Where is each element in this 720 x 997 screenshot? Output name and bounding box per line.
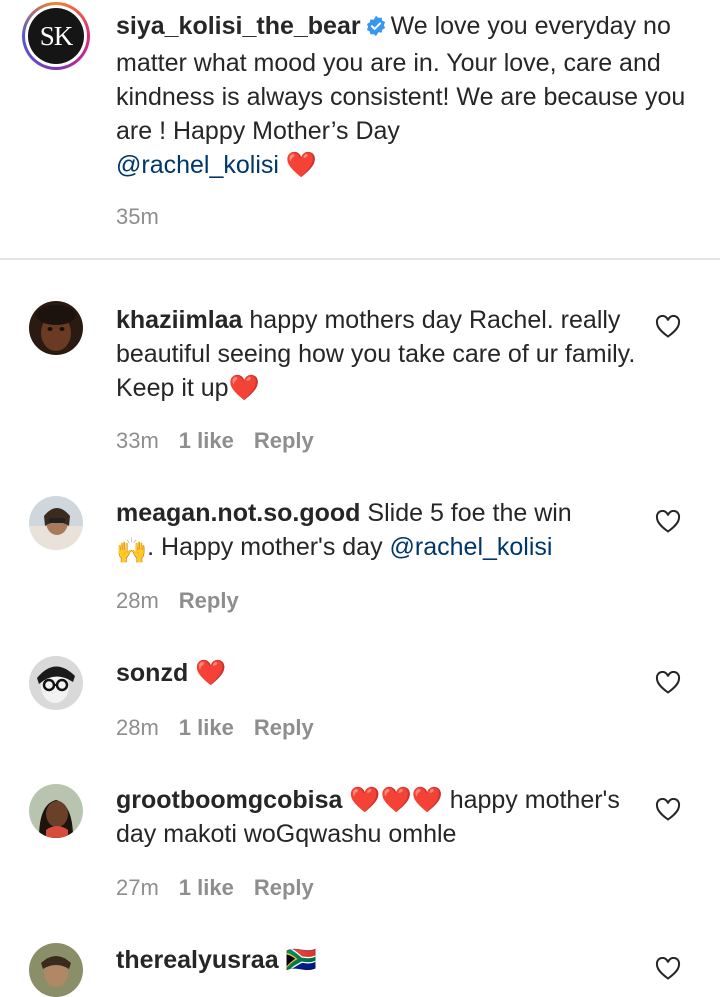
comment-time: 28m: [116, 715, 159, 740]
comment-meta: 28m Reply: [116, 588, 239, 614]
comment-time: 27m: [116, 875, 159, 900]
comment-likes[interactable]: 1 like: [179, 715, 234, 740]
comment-username[interactable]: meagan.not.so.good: [116, 499, 360, 527]
comment-text: khaziimlaa happy mothers day Rachel. rea…: [116, 303, 636, 405]
author-avatar[interactable]: SK: [22, 2, 90, 70]
author-username[interactable]: siya_kolisi_the_bear: [116, 12, 361, 40]
post-caption: SK siya_kolisi_the_bear We love you every…: [0, 0, 720, 258]
comment-heart-emoji: ❤️❤️❤️: [349, 786, 443, 814]
comment-meta: 33m 1 like Reply: [116, 428, 314, 454]
heart-outline-icon[interactable]: [655, 509, 681, 534]
comment-likes[interactable]: 1 like: [179, 875, 234, 900]
heart-outline-icon[interactable]: [655, 314, 681, 339]
caption-text: siya_kolisi_the_bear We love you everyday…: [116, 9, 688, 182]
comment-mention[interactable]: @rachel_kolisi: [390, 533, 553, 561]
caption-heart-emoji: ❤️: [285, 151, 318, 179]
comment-heart-emoji: ❤️: [228, 374, 260, 402]
comment-text: therealyusraa 🇿🇦: [116, 943, 636, 977]
caption-meta: 35m: [116, 204, 159, 230]
reply-button[interactable]: Reply: [179, 588, 239, 613]
verified-badge-icon: [365, 12, 387, 46]
comment-time: 33m: [116, 428, 159, 453]
comment-time: 28m: [116, 588, 159, 613]
comment-username[interactable]: therealyusraa: [116, 946, 279, 974]
comment-heart-emoji: ❤️: [195, 659, 227, 687]
comment-meta: 28m 1 like Reply: [116, 715, 314, 741]
comment-username[interactable]: khaziimlaa: [116, 306, 242, 334]
caption-mention[interactable]: @rachel_kolisi: [116, 151, 279, 179]
comment-username[interactable]: sonzd: [116, 659, 188, 687]
comment-likes[interactable]: 1 like: [179, 428, 234, 453]
flag-emoji: 🇿🇦: [285, 946, 317, 974]
comment-meta: 27m 1 like Reply: [116, 875, 314, 901]
avatar[interactable]: [29, 496, 83, 550]
comment-username[interactable]: grootboomgcobisa: [116, 786, 342, 814]
heart-outline-icon[interactable]: [655, 797, 681, 822]
avatar[interactable]: [29, 301, 83, 355]
reply-button[interactable]: Reply: [254, 428, 314, 453]
comment-body-continued: . Happy mother's day: [147, 533, 383, 561]
avatar[interactable]: [29, 784, 83, 838]
caption-time: 35m: [116, 204, 159, 229]
avatar[interactable]: [29, 656, 83, 710]
avatar[interactable]: [29, 943, 83, 997]
heart-outline-icon[interactable]: [655, 956, 681, 981]
author-avatar-monogram: SK: [28, 8, 84, 64]
comment-text: sonzd ❤️: [116, 656, 636, 690]
heart-outline-icon[interactable]: [655, 670, 681, 695]
comment-body: Slide 5 foe the win: [367, 499, 572, 527]
raised-hands-emoji: 🙌: [116, 537, 148, 565]
comment-text: grootboomgcobisa ❤️❤️❤️ happy mother's d…: [116, 783, 636, 851]
reply-button[interactable]: Reply: [254, 875, 314, 900]
comment-text: meagan.not.so.good Slide 5 foe the win 🙌.…: [116, 496, 636, 568]
reply-button[interactable]: Reply: [254, 715, 314, 740]
divider: [0, 258, 720, 260]
